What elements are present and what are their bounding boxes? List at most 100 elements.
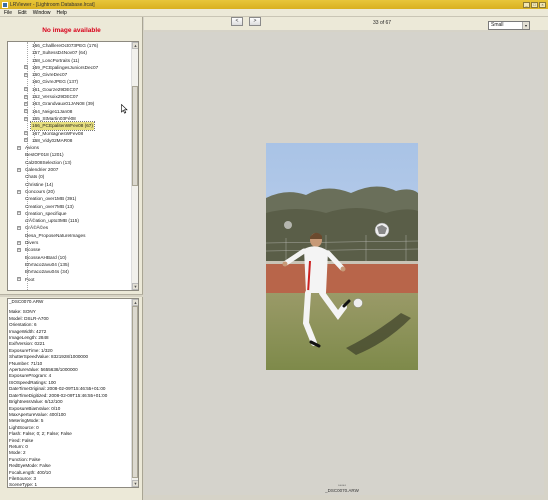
scroll-down-arrow-icon[interactable]: ▼ (132, 283, 138, 290)
tree-item[interactable]: 156_ChalllereOct073PEG (176) (8, 42, 132, 49)
expand-toggle-icon[interactable]: + (24, 94, 28, 99)
scrollbar-thumb[interactable] (132, 306, 138, 478)
next-button[interactable]: > (249, 17, 261, 26)
panel-splitter[interactable] (0, 294, 143, 297)
expand-toggle-icon[interactable]: + (17, 167, 21, 172)
tree-item[interactable]: +168_Vidy02MAR08 (8, 137, 132, 144)
tree-item-label: CrÃ©Ã©es (25, 225, 49, 231)
tree-item-label: 167_MontagnesWFev08 (32, 130, 84, 136)
tree-item-label: 165_StMartin03Fé08 (32, 115, 76, 121)
tree-item-label: 160_GivreDec07 (32, 72, 68, 78)
tree-item[interactable]: EcosseAHBard (10) (8, 254, 132, 261)
tree-item[interactable]: +162_Versoix29DEC07 (8, 93, 132, 100)
tree-item[interactable]: + Ecosse (8, 246, 132, 253)
expand-toggle-icon[interactable]: + (24, 65, 28, 70)
image-counter: 33 of 67 (373, 20, 392, 26)
expand-toggle-icon[interactable]: + (17, 247, 21, 252)
tree-item[interactable]: + CrÃ©Ã©es (8, 224, 132, 231)
tree-item[interactable]: + Creation_specifique (8, 210, 132, 217)
tree-item[interactable]: + Concours (20) (8, 188, 132, 195)
thumbnail-filename: _DSC0070.ARW (325, 488, 359, 493)
tree-item[interactable]: 166_PCEpalitenWFev08 (67) (8, 121, 132, 131)
no-image-label: No image available (42, 27, 101, 34)
previous-button[interactable]: < (231, 17, 243, 26)
tree-item[interactable]: Creation_over1MB (391) (8, 195, 132, 202)
expand-toggle-icon[interactable]: + (24, 131, 28, 136)
expand-toggle-icon[interactable]: + (17, 211, 21, 216)
tree-items: 156_ChalllereOct073PEG (176) 157_SultessD… (8, 42, 132, 283)
tree-item[interactable]: +167_MontagnesWFev08 (8, 130, 132, 137)
tree-item[interactable]: Chats (0) (8, 173, 132, 180)
scroll-down-arrow-icon[interactable]: ▼ (132, 480, 138, 487)
tree-item-label: 160_GivreJPEG (137) (32, 79, 79, 85)
window-title: LRViewer - [Lightroom Database.lrcat] (10, 1, 95, 8)
tree-item-label: Cal2008Selection (13) (25, 159, 72, 165)
tree-item-label: Concours (20) (25, 188, 55, 194)
tree-item[interactable]: +159_PCEpalingesJuniorsDec07 (8, 64, 132, 71)
tree-item[interactable]: EtVraco2avu04s (34) (8, 268, 132, 275)
window-controls: _ □ × (523, 1, 546, 8)
menu-file[interactable]: File (4, 10, 12, 16)
tree-item[interactable]: +161_Gourze29DEC07 (8, 86, 132, 93)
expand-toggle-icon[interactable]: + (24, 87, 28, 92)
app-icon (2, 1, 8, 8)
tree-item[interactable]: 157_SultessD4Nov07 (64) (8, 49, 132, 56)
tree-item[interactable]: + Calendrier 2007 (8, 166, 132, 173)
tree-item[interactable]: Cal2008Selection (13) (8, 159, 132, 166)
tree-item[interactable]: + Divers (8, 239, 132, 246)
exif-panel[interactable]: _DSC0070.ARW Make: SONY Model: DSLR-A700 Or… (7, 298, 139, 488)
tree-item[interactable]: Creation_over7MB (13) (8, 203, 132, 210)
scroll-up-arrow-icon[interactable]: ▲ (132, 299, 138, 306)
tree-item-label: 166_PCEpalitenWFev08 (67) (30, 121, 95, 131)
menu-window[interactable]: Window (33, 10, 51, 16)
menu-bar: File Edit Window Help (0, 9, 548, 17)
tree-item[interactable]: +163_Grandvaux01JAN08 (39) (8, 100, 132, 107)
chevron-down-icon[interactable]: ▾ (522, 22, 529, 29)
tree-item[interactable]: + Foot (8, 276, 132, 283)
expand-toggle-icon[interactable]: + (24, 116, 28, 121)
thumbnail-caption[interactable]: ***** _DSC0070.ARW (324, 484, 360, 494)
tree-item-label: Ecosse (25, 247, 41, 253)
tree-item-label: EtVraco2avu04s (34) (25, 269, 69, 275)
menu-edit[interactable]: Edit (18, 10, 27, 16)
tree-item[interactable]: +165_StMartin03Fé08 (8, 115, 132, 122)
minimize-button[interactable]: _ (523, 1, 530, 8)
tree-item-label: BestOF018 (1201) (25, 152, 64, 158)
exif-line: SceneType: 1 (9, 482, 38, 488)
expand-toggle-icon[interactable]: + (17, 240, 21, 245)
tree-item[interactable]: crÃ©ation_upto3MB (115) (8, 217, 132, 224)
tree-item-label: 158_LoncPortraits (11) (32, 57, 80, 63)
close-button[interactable]: × (539, 1, 546, 8)
maximize-button[interactable]: □ (531, 1, 538, 8)
expand-toggle-icon[interactable]: + (17, 277, 21, 282)
expand-toggle-icon[interactable]: + (24, 109, 28, 114)
tree-item[interactable]: Desa_ProposeNatureImages (8, 232, 132, 239)
tree-item-label: 161_Gourze29DEC07 (32, 86, 79, 92)
scroll-up-arrow-icon[interactable]: ▲ (132, 42, 138, 49)
expand-toggle-icon[interactable]: + (24, 72, 28, 77)
tree-item[interactable]: 160_GivreJPEG (137) (8, 78, 132, 85)
tree-item[interactable]: 158_LoncPortraits (11) (8, 57, 132, 64)
scrollbar-thumb[interactable] (132, 86, 138, 186)
menu-help[interactable]: Help (56, 10, 66, 16)
zoom-select-value: Small (491, 22, 504, 28)
expand-toggle-icon[interactable]: + (17, 226, 21, 231)
tree-item[interactable]: +160_GivreDec07 (8, 71, 132, 78)
tree-item[interactable]: Christine (14) (8, 181, 132, 188)
tree-item[interactable]: + Avions (8, 144, 132, 151)
zoom-select[interactable]: Small ▾ (488, 21, 530, 30)
exif-lines: _DSC0070.ARW Make: SONY Model: DSLR-A700 Or… (8, 299, 138, 488)
expand-toggle-icon[interactable]: + (17, 145, 21, 150)
tree-item[interactable]: EtVraco2avu04 (135) (8, 261, 132, 268)
tree-item-label: EtVraco2avu04 (135) (25, 261, 70, 267)
exif-scrollbar[interactable]: ▲ ▼ (131, 299, 138, 487)
tree-item[interactable]: BestOF018 (1201) (8, 151, 132, 158)
expand-toggle-icon[interactable]: + (17, 189, 21, 194)
expand-toggle-icon[interactable]: + (24, 138, 28, 143)
tree-item-label: Foot (25, 276, 35, 282)
expand-toggle-icon[interactable]: + (24, 101, 28, 106)
tree-scrollbar[interactable]: ▲ ▼ (131, 42, 138, 290)
photo-preview[interactable] (266, 143, 418, 370)
tree-item[interactable]: +164_Neige11Jan08 (8, 108, 132, 115)
collections-tree[interactable]: 156_ChalllereOct073PEG (176) 157_SultessD… (7, 41, 139, 291)
